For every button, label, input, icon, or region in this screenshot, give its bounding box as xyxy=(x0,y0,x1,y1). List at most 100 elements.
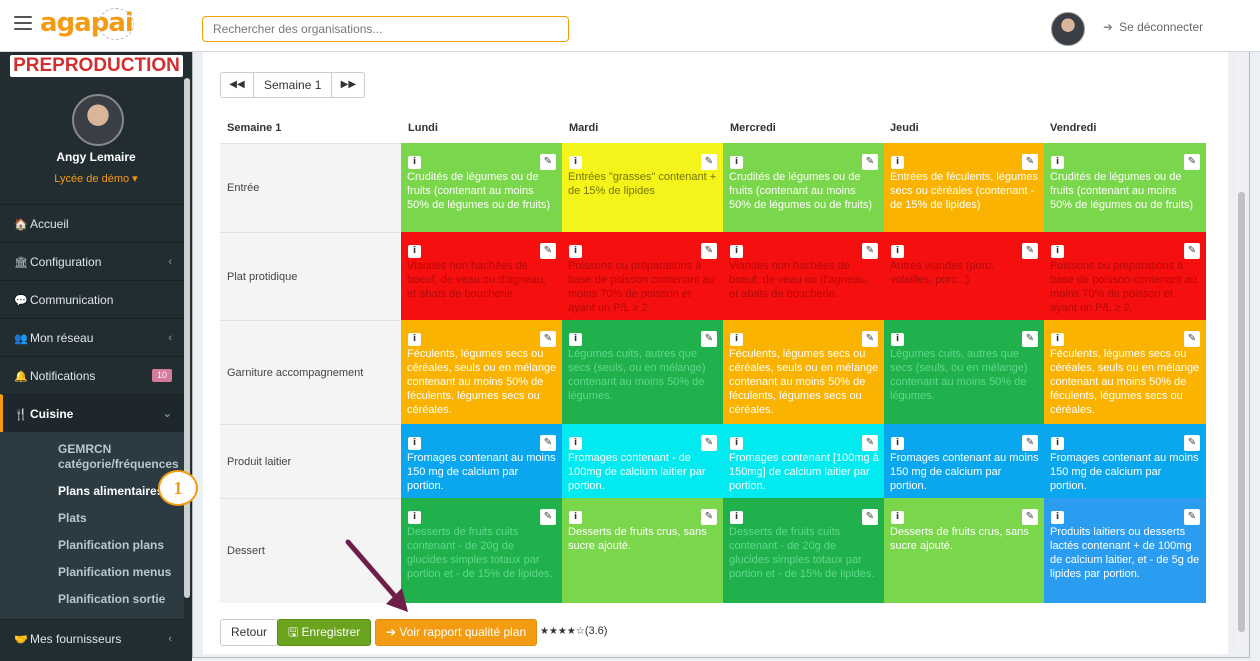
pencil-icon[interactable]: ✎ xyxy=(701,509,717,525)
enregistrer-button[interactable]: 🖫 Enregistrer xyxy=(277,619,372,646)
pencil-icon[interactable]: ✎ xyxy=(862,435,878,451)
info-icon[interactable]: i xyxy=(408,437,421,450)
pencil-icon[interactable]: ✎ xyxy=(701,154,717,170)
info-icon[interactable]: i xyxy=(1051,437,1064,450)
school-selector[interactable]: Lycée de démo ▾ xyxy=(0,172,192,185)
sidebar-item-accueil[interactable]: 🏠 Accueil xyxy=(0,204,184,242)
info-icon[interactable]: i xyxy=(408,245,421,258)
info-icon[interactable]: i xyxy=(891,511,904,524)
scrollbar-thumb[interactable] xyxy=(1238,192,1245,632)
info-icon[interactable]: i xyxy=(1051,156,1064,169)
plan-cell[interactable]: i ✎ Viandes non hachées de boeuf, de veau … xyxy=(723,232,884,320)
sidebar-item-notifications[interactable]: 🔔 Notifications 10 xyxy=(0,356,184,394)
plan-cell[interactable]: i ✎ Produits laitiers ou desserts lactés c… xyxy=(1044,498,1206,603)
plan-cell[interactable]: i ✎ Fromages contenant au moins 150 mg de … xyxy=(1044,424,1206,498)
pencil-icon[interactable]: ✎ xyxy=(862,331,878,347)
pencil-icon[interactable]: ✎ xyxy=(540,243,556,259)
pencil-icon[interactable]: ✎ xyxy=(1022,435,1038,451)
info-icon[interactable]: i xyxy=(569,511,582,524)
pencil-icon[interactable]: ✎ xyxy=(1022,509,1038,525)
info-icon[interactable]: i xyxy=(408,511,421,524)
plan-cell[interactable]: i ✎ Poissons ou préparations à base de poi… xyxy=(1044,232,1206,320)
info-icon[interactable]: i xyxy=(891,437,904,450)
plan-cell[interactable]: i ✎ Légumes cuits, autres que secs (seuls,… xyxy=(884,320,1044,424)
retour-button[interactable]: Retour xyxy=(220,619,279,646)
plan-cell[interactable]: i ✎ Fromages contenant - de 100mg de calci… xyxy=(562,424,723,498)
pencil-icon[interactable]: ✎ xyxy=(1022,243,1038,259)
previous-week-button[interactable]: ◀◀ xyxy=(221,73,253,97)
info-icon[interactable]: i xyxy=(408,156,421,169)
info-icon[interactable]: i xyxy=(730,333,743,346)
pencil-icon[interactable]: ✎ xyxy=(862,509,878,525)
plan-cell[interactable]: i ✎ Desserts de fruits cuits contenant - d… xyxy=(401,498,562,603)
plan-cell[interactable]: i ✎ Crudités de légumes ou de fruits (cont… xyxy=(1044,143,1206,232)
pencil-icon[interactable]: ✎ xyxy=(862,154,878,170)
info-icon[interactable]: i xyxy=(730,511,743,524)
voir-rapport-button[interactable]: ➔ Voir rapport qualité plan xyxy=(375,619,538,646)
info-icon[interactable]: i xyxy=(891,333,904,346)
pencil-icon[interactable]: ✎ xyxy=(1184,435,1200,451)
submenu-item-gemrcn[interactable]: GEMRCN catégorie/fréquences xyxy=(0,436,184,478)
plan-cell[interactable]: i ✎ Fromages contenant au moins 150 mg de … xyxy=(401,424,562,498)
info-icon[interactable]: i xyxy=(1051,333,1064,346)
pencil-icon[interactable]: ✎ xyxy=(862,243,878,259)
sidebar-item-mes-fournisseurs[interactable]: 🤝 Mes fournisseurs ‹ xyxy=(0,619,184,657)
info-icon[interactable]: i xyxy=(891,245,904,258)
submenu-item-planification-sortie[interactable]: Planification sortie xyxy=(0,586,184,613)
plan-cell[interactable]: i ✎ Desserts de fruits crus, sans sucre aj… xyxy=(884,498,1044,603)
plan-cell[interactable]: i ✎ Poissons ou préparations à base de poi… xyxy=(562,232,723,320)
info-icon[interactable]: i xyxy=(569,245,582,258)
pencil-icon[interactable]: ✎ xyxy=(540,331,556,347)
pencil-icon[interactable]: ✎ xyxy=(540,154,556,170)
plan-cell[interactable]: i ✎ Fromages contenant [100mg à 150mg] de … xyxy=(723,424,884,498)
sidebar-scrollbar[interactable] xyxy=(184,78,190,598)
plan-cell[interactable]: i ✎ Fromages contenant au moins 150 mg de … xyxy=(884,424,1044,498)
info-icon[interactable]: i xyxy=(891,156,904,169)
pencil-icon[interactable]: ✎ xyxy=(1184,154,1200,170)
pencil-icon[interactable]: ✎ xyxy=(1184,509,1200,525)
sidebar-item-mon-reseau[interactable]: 👥 Mon réseau ‹ xyxy=(0,318,184,356)
plan-cell[interactable]: i ✎ Desserts de fruits crus, sans sucre aj… xyxy=(562,498,723,603)
pencil-icon[interactable]: ✎ xyxy=(701,243,717,259)
plan-cell[interactable]: i ✎ Entrées de féculents, légumes secs ou … xyxy=(884,143,1044,232)
info-icon[interactable]: i xyxy=(569,437,582,450)
plan-cell[interactable]: i ✎ Crudités de légumes ou de fruits (cont… xyxy=(401,143,562,232)
info-icon[interactable]: i xyxy=(569,156,582,169)
sidebar-item-configuration[interactable]: 🏛 Configuration ‹ xyxy=(0,242,184,280)
pencil-icon[interactable]: ✎ xyxy=(540,435,556,451)
sidebar-item-cuisine[interactable]: 🍴 Cuisine ⌄ xyxy=(0,394,184,432)
plan-cell[interactable]: i ✎ Viandes non hachées de boeuf, de veau … xyxy=(401,232,562,320)
search-input[interactable] xyxy=(202,16,569,42)
plan-cell[interactable]: i ✎ Féculents, légumes secs ou céréales, s… xyxy=(723,320,884,424)
pencil-icon[interactable]: ✎ xyxy=(1184,243,1200,259)
menu-toggle-icon[interactable] xyxy=(14,16,32,34)
plan-cell[interactable]: i ✎ Desserts de fruits cuits contenant - d… xyxy=(723,498,884,603)
sidebar-item-communication[interactable]: 💬 Communication xyxy=(0,280,184,318)
info-icon[interactable]: i xyxy=(1051,511,1064,524)
info-icon[interactable]: i xyxy=(730,437,743,450)
plan-cell[interactable]: i ✎ Féculents, légumes secs ou céréales, s… xyxy=(401,320,562,424)
logout-button[interactable]: ➜ Se déconnecter xyxy=(1103,20,1203,34)
plan-cell[interactable]: i ✎ Crudités de légumes ou de fruits (cont… xyxy=(723,143,884,232)
user-avatar[interactable] xyxy=(1051,12,1085,46)
plan-cell[interactable]: i ✎ Féculents, légumes secs ou céréales, s… xyxy=(1044,320,1206,424)
pencil-icon[interactable]: ✎ xyxy=(1022,331,1038,347)
info-icon[interactable]: i xyxy=(730,156,743,169)
info-icon[interactable]: i xyxy=(1051,245,1064,258)
plan-cell[interactable]: i ✎ Entrées "grasses" contenant + de 15% d… xyxy=(562,143,723,232)
page-scrollbar[interactable] xyxy=(1236,52,1246,654)
pencil-icon[interactable]: ✎ xyxy=(1022,154,1038,170)
plan-cell[interactable]: i ✎ Légumes cuits, autres que secs (seuls,… xyxy=(562,320,723,424)
submenu-item-planification-plans[interactable]: Planification plans xyxy=(0,532,184,559)
info-icon[interactable]: i xyxy=(730,245,743,258)
next-week-button[interactable]: ▶▶ xyxy=(332,73,364,97)
pencil-icon[interactable]: ✎ xyxy=(701,331,717,347)
submenu-item-plans-alimentaires[interactable]: Plans alimentaires xyxy=(0,478,184,505)
info-icon[interactable]: i xyxy=(408,333,421,346)
plan-cell[interactable]: i ✎ Autres viandes (porc, volailles, porc.… xyxy=(884,232,1044,320)
info-icon[interactable]: i xyxy=(569,333,582,346)
submenu-item-planification-menus[interactable]: Planification menus xyxy=(0,559,184,586)
pencil-icon[interactable]: ✎ xyxy=(1184,331,1200,347)
submenu-item-plats[interactable]: Plats xyxy=(0,505,184,532)
pencil-icon[interactable]: ✎ xyxy=(540,509,556,525)
